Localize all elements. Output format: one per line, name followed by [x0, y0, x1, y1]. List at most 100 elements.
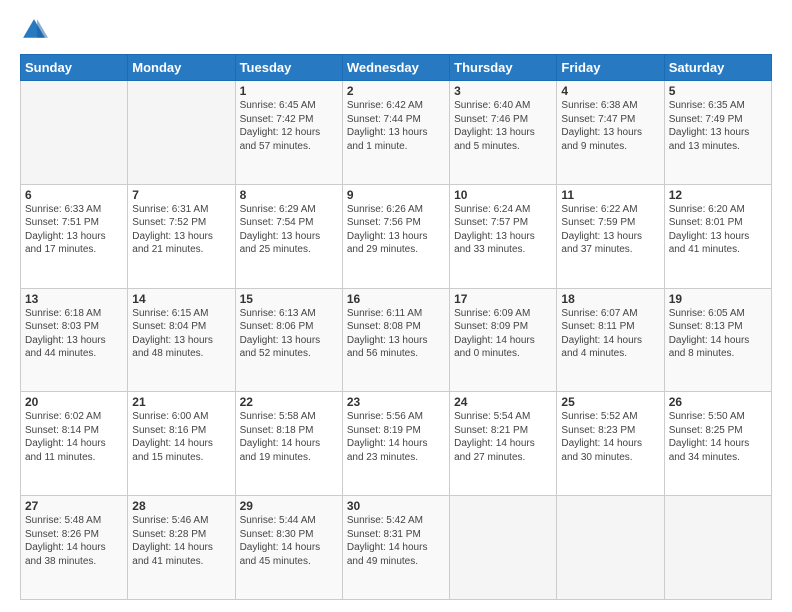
day-cell: 25Sunrise: 5:52 AMSunset: 8:23 PMDayligh…	[557, 392, 664, 496]
day-cell: 12Sunrise: 6:20 AMSunset: 8:01 PMDayligh…	[664, 184, 771, 288]
header	[20, 16, 772, 44]
day-number: 24	[454, 395, 552, 409]
calendar-table: SundayMondayTuesdayWednesdayThursdayFrid…	[20, 54, 772, 600]
day-cell: 9Sunrise: 6:26 AMSunset: 7:56 PMDaylight…	[342, 184, 449, 288]
weekday-header-thursday: Thursday	[450, 55, 557, 81]
day-cell: 27Sunrise: 5:48 AMSunset: 8:26 PMDayligh…	[21, 496, 128, 600]
day-info: Sunrise: 5:42 AMSunset: 8:31 PMDaylight:…	[347, 514, 445, 568]
week-row-3: 13Sunrise: 6:18 AMSunset: 8:03 PMDayligh…	[21, 288, 772, 392]
day-info: Sunrise: 5:46 AMSunset: 8:28 PMDaylight:…	[132, 514, 230, 568]
day-cell: 11Sunrise: 6:22 AMSunset: 7:59 PMDayligh…	[557, 184, 664, 288]
day-number: 15	[240, 292, 338, 306]
day-cell: 19Sunrise: 6:05 AMSunset: 8:13 PMDayligh…	[664, 288, 771, 392]
day-info: Sunrise: 5:44 AMSunset: 8:30 PMDaylight:…	[240, 514, 338, 568]
day-cell: 15Sunrise: 6:13 AMSunset: 8:06 PMDayligh…	[235, 288, 342, 392]
day-cell: 20Sunrise: 6:02 AMSunset: 8:14 PMDayligh…	[21, 392, 128, 496]
page: SundayMondayTuesdayWednesdayThursdayFrid…	[0, 0, 792, 612]
day-cell: 28Sunrise: 5:46 AMSunset: 8:28 PMDayligh…	[128, 496, 235, 600]
day-info: Sunrise: 6:22 AMSunset: 7:59 PMDaylight:…	[561, 203, 659, 257]
day-number: 30	[347, 499, 445, 513]
week-row-5: 27Sunrise: 5:48 AMSunset: 8:26 PMDayligh…	[21, 496, 772, 600]
day-info: Sunrise: 6:20 AMSunset: 8:01 PMDaylight:…	[669, 203, 767, 257]
day-number: 11	[561, 188, 659, 202]
day-info: Sunrise: 6:11 AMSunset: 8:08 PMDaylight:…	[347, 307, 445, 361]
day-info: Sunrise: 5:54 AMSunset: 8:21 PMDaylight:…	[454, 410, 552, 464]
day-cell: 6Sunrise: 6:33 AMSunset: 7:51 PMDaylight…	[21, 184, 128, 288]
day-cell: 18Sunrise: 6:07 AMSunset: 8:11 PMDayligh…	[557, 288, 664, 392]
day-number: 2	[347, 84, 445, 98]
day-info: Sunrise: 6:24 AMSunset: 7:57 PMDaylight:…	[454, 203, 552, 257]
day-cell: 1Sunrise: 6:45 AMSunset: 7:42 PMDaylight…	[235, 81, 342, 185]
day-number: 21	[132, 395, 230, 409]
day-info: Sunrise: 6:07 AMSunset: 8:11 PMDaylight:…	[561, 307, 659, 361]
day-info: Sunrise: 6:00 AMSunset: 8:16 PMDaylight:…	[132, 410, 230, 464]
day-cell: 30Sunrise: 5:42 AMSunset: 8:31 PMDayligh…	[342, 496, 449, 600]
day-info: Sunrise: 6:45 AMSunset: 7:42 PMDaylight:…	[240, 99, 338, 153]
week-row-2: 6Sunrise: 6:33 AMSunset: 7:51 PMDaylight…	[21, 184, 772, 288]
day-info: Sunrise: 6:31 AMSunset: 7:52 PMDaylight:…	[132, 203, 230, 257]
day-number: 7	[132, 188, 230, 202]
day-info: Sunrise: 6:02 AMSunset: 8:14 PMDaylight:…	[25, 410, 123, 464]
day-info: Sunrise: 6:40 AMSunset: 7:46 PMDaylight:…	[454, 99, 552, 153]
day-info: Sunrise: 5:50 AMSunset: 8:25 PMDaylight:…	[669, 410, 767, 464]
day-cell: 8Sunrise: 6:29 AMSunset: 7:54 PMDaylight…	[235, 184, 342, 288]
logo-icon	[20, 16, 48, 44]
day-cell: 16Sunrise: 6:11 AMSunset: 8:08 PMDayligh…	[342, 288, 449, 392]
day-info: Sunrise: 6:29 AMSunset: 7:54 PMDaylight:…	[240, 203, 338, 257]
day-info: Sunrise: 5:56 AMSunset: 8:19 PMDaylight:…	[347, 410, 445, 464]
day-number: 6	[25, 188, 123, 202]
day-info: Sunrise: 6:18 AMSunset: 8:03 PMDaylight:…	[25, 307, 123, 361]
day-number: 16	[347, 292, 445, 306]
day-cell	[450, 496, 557, 600]
day-cell: 4Sunrise: 6:38 AMSunset: 7:47 PMDaylight…	[557, 81, 664, 185]
day-info: Sunrise: 6:13 AMSunset: 8:06 PMDaylight:…	[240, 307, 338, 361]
day-cell: 13Sunrise: 6:18 AMSunset: 8:03 PMDayligh…	[21, 288, 128, 392]
day-info: Sunrise: 6:05 AMSunset: 8:13 PMDaylight:…	[669, 307, 767, 361]
day-number: 4	[561, 84, 659, 98]
weekday-header-friday: Friday	[557, 55, 664, 81]
day-number: 10	[454, 188, 552, 202]
day-cell: 17Sunrise: 6:09 AMSunset: 8:09 PMDayligh…	[450, 288, 557, 392]
day-cell: 23Sunrise: 5:56 AMSunset: 8:19 PMDayligh…	[342, 392, 449, 496]
weekday-header-sunday: Sunday	[21, 55, 128, 81]
day-number: 3	[454, 84, 552, 98]
day-number: 9	[347, 188, 445, 202]
day-cell: 5Sunrise: 6:35 AMSunset: 7:49 PMDaylight…	[664, 81, 771, 185]
day-cell: 26Sunrise: 5:50 AMSunset: 8:25 PMDayligh…	[664, 392, 771, 496]
day-number: 13	[25, 292, 123, 306]
week-row-4: 20Sunrise: 6:02 AMSunset: 8:14 PMDayligh…	[21, 392, 772, 496]
day-info: Sunrise: 6:33 AMSunset: 7:51 PMDaylight:…	[25, 203, 123, 257]
day-info: Sunrise: 6:38 AMSunset: 7:47 PMDaylight:…	[561, 99, 659, 153]
day-number: 20	[25, 395, 123, 409]
day-cell	[128, 81, 235, 185]
day-number: 5	[669, 84, 767, 98]
day-cell: 10Sunrise: 6:24 AMSunset: 7:57 PMDayligh…	[450, 184, 557, 288]
logo	[20, 16, 52, 44]
weekday-header-tuesday: Tuesday	[235, 55, 342, 81]
week-row-1: 1Sunrise: 6:45 AMSunset: 7:42 PMDaylight…	[21, 81, 772, 185]
day-number: 12	[669, 188, 767, 202]
day-cell	[664, 496, 771, 600]
day-number: 17	[454, 292, 552, 306]
day-number: 8	[240, 188, 338, 202]
day-number: 27	[25, 499, 123, 513]
weekday-header-row: SundayMondayTuesdayWednesdayThursdayFrid…	[21, 55, 772, 81]
day-number: 29	[240, 499, 338, 513]
day-info: Sunrise: 6:15 AMSunset: 8:04 PMDaylight:…	[132, 307, 230, 361]
day-info: Sunrise: 5:58 AMSunset: 8:18 PMDaylight:…	[240, 410, 338, 464]
day-number: 19	[669, 292, 767, 306]
day-number: 26	[669, 395, 767, 409]
day-cell: 29Sunrise: 5:44 AMSunset: 8:30 PMDayligh…	[235, 496, 342, 600]
day-number: 14	[132, 292, 230, 306]
day-number: 23	[347, 395, 445, 409]
day-cell: 3Sunrise: 6:40 AMSunset: 7:46 PMDaylight…	[450, 81, 557, 185]
day-info: Sunrise: 5:48 AMSunset: 8:26 PMDaylight:…	[25, 514, 123, 568]
day-cell: 21Sunrise: 6:00 AMSunset: 8:16 PMDayligh…	[128, 392, 235, 496]
day-info: Sunrise: 6:35 AMSunset: 7:49 PMDaylight:…	[669, 99, 767, 153]
day-number: 1	[240, 84, 338, 98]
weekday-header-saturday: Saturday	[664, 55, 771, 81]
day-cell: 24Sunrise: 5:54 AMSunset: 8:21 PMDayligh…	[450, 392, 557, 496]
day-number: 25	[561, 395, 659, 409]
day-cell	[21, 81, 128, 185]
day-info: Sunrise: 6:26 AMSunset: 7:56 PMDaylight:…	[347, 203, 445, 257]
